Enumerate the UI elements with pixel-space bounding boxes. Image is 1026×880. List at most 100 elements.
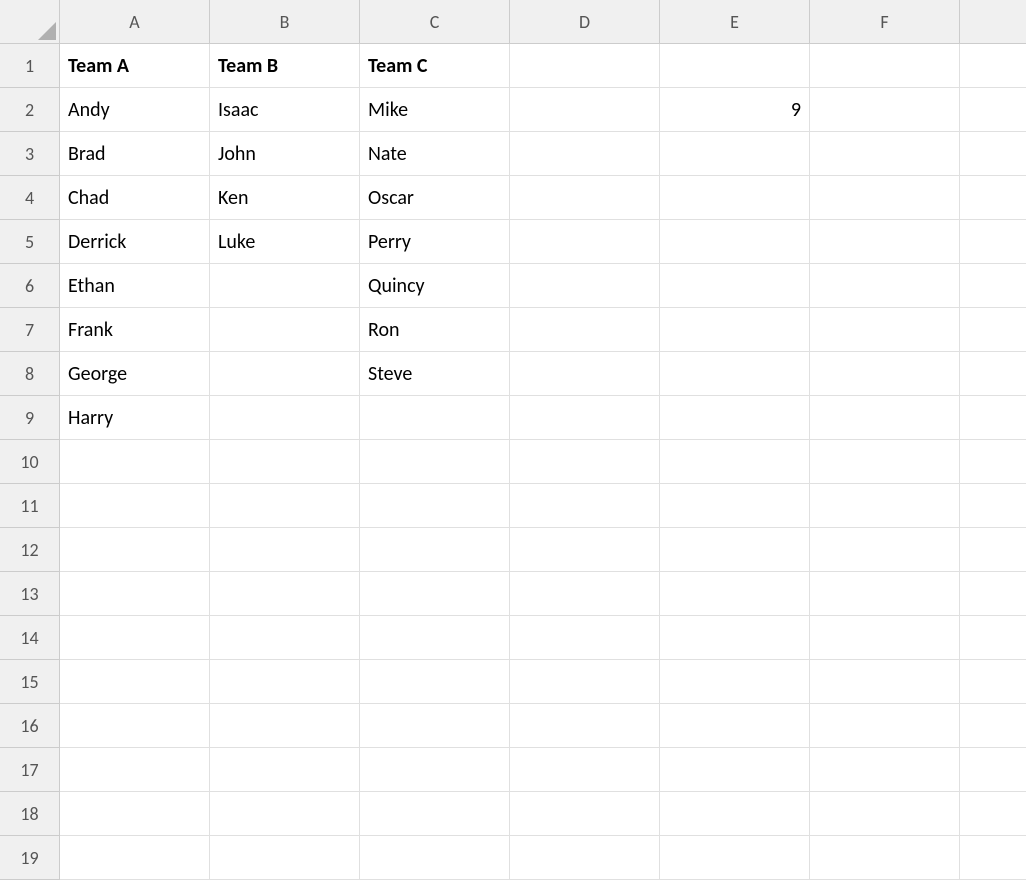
cell-B2[interactable]: Isaac — [210, 88, 360, 132]
cell-C9[interactable] — [360, 396, 510, 440]
cell-C13[interactable] — [360, 572, 510, 616]
cell-E3[interactable] — [660, 132, 810, 176]
cell-C8[interactable]: Steve — [360, 352, 510, 396]
cell-B3[interactable]: John — [210, 132, 360, 176]
row-header-15[interactable]: 15 — [0, 660, 60, 704]
row-header-9[interactable]: 9 — [0, 396, 60, 440]
cell-C15[interactable] — [360, 660, 510, 704]
row-header-11[interactable]: 11 — [0, 484, 60, 528]
cell-D16[interactable] — [510, 704, 660, 748]
cell-A11[interactable] — [60, 484, 210, 528]
cell-D18[interactable] — [510, 792, 660, 836]
cell-C14[interactable] — [360, 616, 510, 660]
row-header-6[interactable]: 6 — [0, 264, 60, 308]
cell-C2[interactable]: Mike — [360, 88, 510, 132]
cell-E8[interactable] — [660, 352, 810, 396]
cell-F10[interactable] — [810, 440, 960, 484]
cell-B13[interactable] — [210, 572, 360, 616]
cell-A2[interactable]: Andy — [60, 88, 210, 132]
cell-A14[interactable] — [60, 616, 210, 660]
cell-E1[interactable] — [660, 44, 810, 88]
row-header-8[interactable]: 8 — [0, 352, 60, 396]
cell-C18[interactable] — [360, 792, 510, 836]
cell-F2[interactable] — [810, 88, 960, 132]
cell-C12[interactable] — [360, 528, 510, 572]
cell-C1[interactable]: Team C — [360, 44, 510, 88]
cell-C5[interactable]: Perry — [360, 220, 510, 264]
row-header-13[interactable]: 13 — [0, 572, 60, 616]
cell-E9[interactable] — [660, 396, 810, 440]
cell-A8[interactable]: George — [60, 352, 210, 396]
cell-E19[interactable] — [660, 836, 810, 880]
cell-D9[interactable] — [510, 396, 660, 440]
cell-F4[interactable] — [810, 176, 960, 220]
cell-C10[interactable] — [360, 440, 510, 484]
column-header-F[interactable]: F — [810, 0, 960, 44]
cell-B11[interactable] — [210, 484, 360, 528]
cell-E17[interactable] — [660, 748, 810, 792]
cell-E16[interactable] — [660, 704, 810, 748]
cell-D4[interactable] — [510, 176, 660, 220]
cell-D7[interactable] — [510, 308, 660, 352]
cell-B1[interactable]: Team B — [210, 44, 360, 88]
cell-C19[interactable] — [360, 836, 510, 880]
cell-A10[interactable] — [60, 440, 210, 484]
cell-B10[interactable] — [210, 440, 360, 484]
cell-F8[interactable] — [810, 352, 960, 396]
cell-F9[interactable] — [810, 396, 960, 440]
row-header-12[interactable]: 12 — [0, 528, 60, 572]
cell-D5[interactable] — [510, 220, 660, 264]
cell-F13[interactable] — [810, 572, 960, 616]
column-header-A[interactable]: A — [60, 0, 210, 44]
row-header-14[interactable]: 14 — [0, 616, 60, 660]
cell-B17[interactable] — [210, 748, 360, 792]
row-header-2[interactable]: 2 — [0, 88, 60, 132]
cell-D15[interactable] — [510, 660, 660, 704]
cell-C16[interactable] — [360, 704, 510, 748]
cell-A12[interactable] — [60, 528, 210, 572]
cell-D17[interactable] — [510, 748, 660, 792]
cell-F15[interactable] — [810, 660, 960, 704]
cell-E13[interactable] — [660, 572, 810, 616]
cell-E10[interactable] — [660, 440, 810, 484]
row-header-7[interactable]: 7 — [0, 308, 60, 352]
row-header-16[interactable]: 16 — [0, 704, 60, 748]
column-header-C[interactable]: C — [360, 0, 510, 44]
cell-D8[interactable] — [510, 352, 660, 396]
cell-F11[interactable] — [810, 484, 960, 528]
cell-F19[interactable] — [810, 836, 960, 880]
cell-B18[interactable] — [210, 792, 360, 836]
cell-D1[interactable] — [510, 44, 660, 88]
cell-A9[interactable]: Harry — [60, 396, 210, 440]
cell-F18[interactable] — [810, 792, 960, 836]
cell-C6[interactable]: Quincy — [360, 264, 510, 308]
row-header-5[interactable]: 5 — [0, 220, 60, 264]
cell-D13[interactable] — [510, 572, 660, 616]
cell-F3[interactable] — [810, 132, 960, 176]
cell-E4[interactable] — [660, 176, 810, 220]
cell-F6[interactable] — [810, 264, 960, 308]
cell-F7[interactable] — [810, 308, 960, 352]
row-header-1[interactable]: 1 — [0, 44, 60, 88]
cell-D3[interactable] — [510, 132, 660, 176]
cell-B9[interactable] — [210, 396, 360, 440]
cell-B7[interactable] — [210, 308, 360, 352]
cell-C7[interactable]: Ron — [360, 308, 510, 352]
cell-F12[interactable] — [810, 528, 960, 572]
cell-E7[interactable] — [660, 308, 810, 352]
cell-D2[interactable] — [510, 88, 660, 132]
row-header-4[interactable]: 4 — [0, 176, 60, 220]
cell-A7[interactable]: Frank — [60, 308, 210, 352]
cell-D6[interactable] — [510, 264, 660, 308]
cell-A15[interactable] — [60, 660, 210, 704]
cell-B14[interactable] — [210, 616, 360, 660]
column-header-B[interactable]: B — [210, 0, 360, 44]
row-header-3[interactable]: 3 — [0, 132, 60, 176]
row-header-10[interactable]: 10 — [0, 440, 60, 484]
cell-F17[interactable] — [810, 748, 960, 792]
cell-F5[interactable] — [810, 220, 960, 264]
column-header-D[interactable]: D — [510, 0, 660, 44]
cell-A3[interactable]: Brad — [60, 132, 210, 176]
cell-E11[interactable] — [660, 484, 810, 528]
cell-B6[interactable] — [210, 264, 360, 308]
